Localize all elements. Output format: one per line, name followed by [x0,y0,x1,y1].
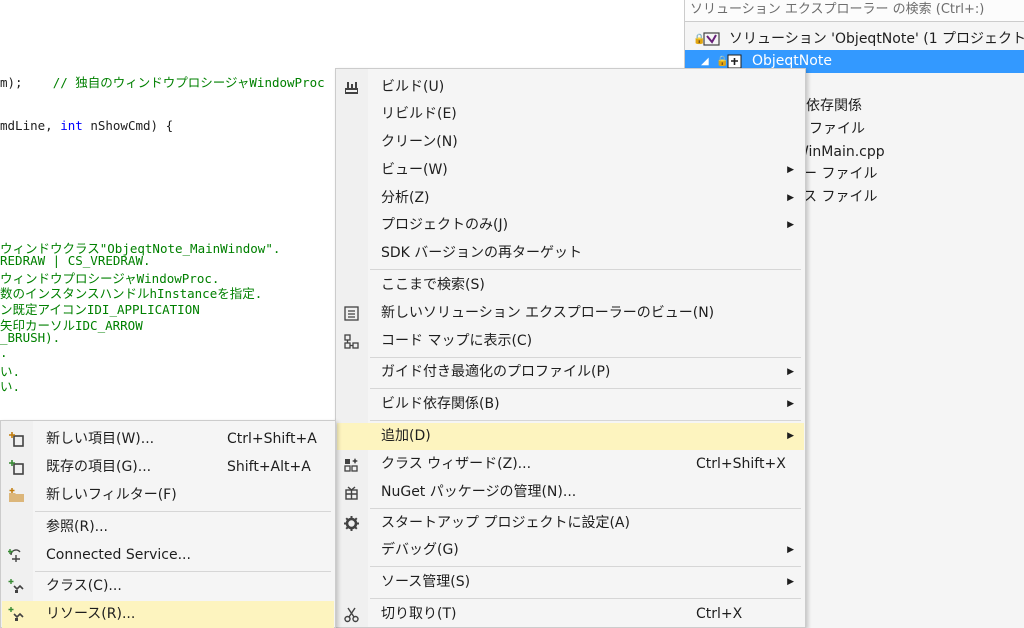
menu-item-new-solution-view[interactable]: 新しいソリューション エクスプローラーのビュー(N) [337,300,804,327]
add-resource-icon [8,607,24,621]
menu-separator [35,571,331,572]
submenu-item-existing-item[interactable]: 既存の項目(G)... Shift+Alt+A [2,454,334,481]
menu-item-code-map[interactable]: コード マップに表示(C) [337,328,804,355]
solution-node[interactable]: 🔒 ソリューション 'ObjeqtNote' (1 プロジェクト) [685,28,1024,51]
menu-item-rebuild[interactable]: リビルド(E) [337,101,804,128]
submenu-arrow-icon: ▶ [787,577,794,587]
menu-separator [370,508,801,509]
menu-item-project-only[interactable]: プロジェクトのみ(J) ▶ [337,212,804,239]
submenu-arrow-icon: ▶ [787,165,794,175]
submenu-arrow-icon: ▶ [787,367,794,377]
menu-separator [370,357,801,358]
submenu-item-connected-service[interactable]: Connected Service... [2,542,334,569]
submenu-arrow-icon: ▶ [787,431,794,441]
menu-item-debug[interactable]: デバッグ(G) ▶ [337,537,804,564]
menu-separator [370,388,801,389]
submenu-arrow-icon: ▶ [787,545,794,555]
code-line: m); // 独自のウィンドウプロシージャWindowProc [0,75,325,90]
add-submenu: 新しい項目(W)... Ctrl+Shift+A 既存の項目(G)... Shi… [0,420,336,628]
menu-separator [370,420,801,421]
menu-item-source-control[interactable]: ソース管理(S) ▶ [337,569,804,596]
menu-item-clean[interactable]: クリーン(N) [337,129,804,156]
menu-item-retarget-sdk[interactable]: SDK バージョンの再ターゲット [337,240,804,267]
menu-item-cut[interactable]: 切り取り(T) Ctrl+X [337,601,804,628]
new-filter-icon [9,488,24,502]
submenu-arrow-icon: ▶ [787,193,794,203]
submenu-arrow-icon: ▶ [787,220,794,230]
code-line: mdLine, int nShowCmd) { [0,118,174,133]
new-item-icon [9,432,24,447]
menu-separator [370,566,801,567]
submenu-item-class[interactable]: クラス(C)... [2,573,334,600]
add-class-icon [8,579,24,593]
code-map-icon [344,334,359,349]
menu-item-pgo-profile[interactable]: ガイド付き最適化のプロファイル(P) ▶ [337,359,804,386]
code-line: REDRAW | CS_VREDRAW. [0,253,151,268]
menu-separator [370,598,801,599]
menu-item-analyze[interactable]: 分析(Z) ▶ [337,185,804,212]
submenu-arrow-icon: ▶ [787,399,794,409]
solution-search-input[interactable]: ソリューション エクスプローラー の検索 (Ctrl+:) [685,0,1024,22]
project-context-menu: ビルド(U) リビルド(E) クリーン(N) ビュー(W) ▶ 分析(Z) ▶ プロ… [335,68,806,628]
submenu-item-reference[interactable]: 参照(R)... [2,514,334,541]
menu-item-set-startup[interactable]: スタートアップ プロジェクトに設定(A) [337,510,804,537]
menu-item-scope-to-this[interactable]: ここまで検索(S) [337,272,804,299]
menu-separator [370,269,801,270]
solution-label: ソリューション 'ObjeqtNote' (1 プロジェクト) [729,31,1024,47]
build-icon [345,82,358,94]
solution-icon [703,32,720,46]
submenu-item-resource[interactable]: リソース(R)... [2,601,334,628]
nuget-icon [345,486,358,500]
menu-item-build[interactable]: ビルド(U) [337,74,804,101]
submenu-item-new-item[interactable]: 新しい項目(W)... Ctrl+Shift+A [2,426,334,453]
submenu-item-new-filter[interactable]: 新しいフィルター(F) [2,482,334,509]
class-wizard-icon [344,458,358,472]
existing-item-icon [9,460,24,475]
code-line: い. [0,379,21,394]
code-line: _BRUSH). [0,330,61,345]
menu-item-build-dependencies[interactable]: ビルド依存関係(B) ▶ [337,391,804,418]
code-line: . [0,345,8,360]
menu-item-view[interactable]: ビュー(W) ▶ [337,157,804,184]
new-view-icon [344,306,359,321]
menu-item-add[interactable]: 追加(D) ▶ [337,423,804,450]
cpp-project-icon [727,54,742,69]
menu-separator [35,511,331,512]
scissors-icon [344,607,359,623]
connected-service-icon [8,549,21,562]
menu-item-class-wizard[interactable]: クラス ウィザード(Z)... Ctrl+Shift+X [337,451,804,478]
gear-icon [344,516,359,531]
menu-item-nuget[interactable]: NuGet パッケージの管理(N)... [337,479,804,506]
